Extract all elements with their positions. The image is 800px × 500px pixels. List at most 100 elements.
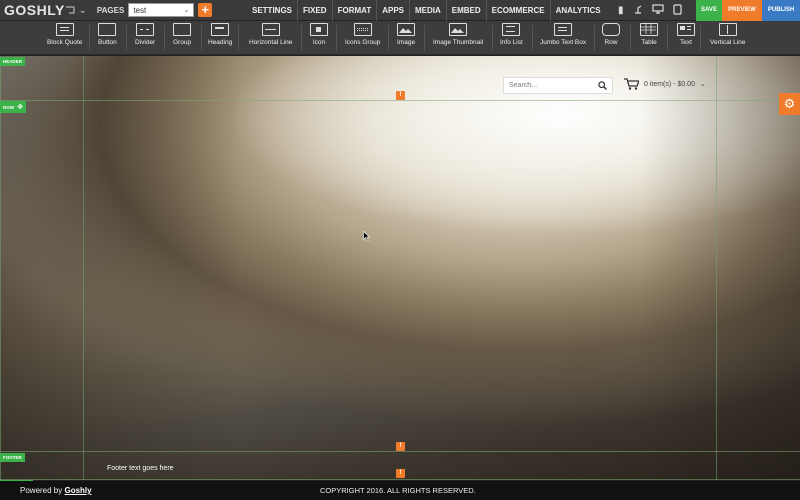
image-icon [397, 23, 416, 36]
widget-button[interactable]: Button [98, 23, 117, 46]
menu-media[interactable]: MEDIA [409, 0, 446, 21]
pages-label: PAGES [96, 5, 125, 15]
menu-format[interactable]: FORMAT [331, 0, 377, 21]
widget-divider-line [301, 25, 302, 51]
widget-group[interactable]: Group [173, 23, 191, 46]
widget-label: Vertical Line [710, 39, 746, 46]
row-tag[interactable]: ROW ✥ [0, 101, 27, 113]
widget-divider-line [630, 25, 631, 51]
row-icon [602, 23, 620, 36]
desk-lamp-icon[interactable] [633, 4, 643, 17]
tablet-icon[interactable] [672, 3, 682, 18]
publish-button[interactable]: PUBLISH [762, 0, 800, 21]
goshly-logo[interactable]: GOSHLY ⌄ [4, 2, 87, 18]
widget-table[interactable]: Table [640, 23, 658, 46]
horizontal-line-icon [261, 23, 280, 36]
widget-divider-line [388, 25, 389, 51]
divider-icon [136, 23, 155, 36]
heading-icon [211, 23, 230, 36]
settings-gear-button[interactable]: ⚙ [779, 93, 800, 115]
widget-jumbo-text-box[interactable]: Jumbo Text Box [540, 23, 586, 46]
chevron-down-icon: ⌄ [699, 81, 706, 88]
widget-vertical-line[interactable]: Vertical Line [710, 23, 745, 46]
vertical-line-icon [718, 23, 737, 36]
copyright-text: COPYRIGHT 2016. ALL RIGHTS RESERVED. [320, 486, 476, 495]
menu-settings[interactable]: SETTINGS [247, 0, 297, 21]
widget-label: Heading [208, 39, 233, 46]
search-icon[interactable] [598, 81, 607, 90]
cart-widget[interactable]: 0 item(s) - $0.00 ⌄ [624, 78, 706, 90]
resize-handle[interactable]: ! [396, 442, 405, 451]
footer-tag[interactable]: FOOTER [0, 453, 25, 462]
widget-toolbar: Block Quote Button Divider Group Heading… [0, 21, 800, 55]
menu-ecommerce[interactable]: ECOMMERCE [485, 0, 550, 21]
widget-icons-group[interactable]: Icons Group [345, 23, 380, 46]
widget-info-list[interactable]: Info List [500, 23, 523, 46]
widget-divider-line [201, 25, 202, 51]
widget-image-thumbnail[interactable]: Image Thumbnail [433, 23, 483, 46]
logo-mark-icon [65, 6, 75, 14]
powered-by-prefix: Powered by [20, 486, 63, 495]
icon-widget-icon [310, 23, 328, 36]
goshly-link[interactable]: Goshly [64, 486, 91, 495]
text-icon [677, 23, 695, 36]
widget-label: Info List [500, 39, 523, 46]
widget-heading[interactable]: Heading [208, 23, 232, 46]
widget-label: Button [98, 39, 117, 46]
page-canvas[interactable] [0, 56, 800, 480]
move-icon[interactable]: ✥ [17, 104, 23, 111]
columns-icon[interactable]: ▮ [618, 5, 624, 16]
chevron-down-icon: ⌄ [78, 4, 87, 15]
widget-divider-line [594, 25, 595, 51]
add-page-button[interactable]: + [198, 3, 213, 17]
widget-label: Text [680, 39, 692, 46]
resize-handle[interactable]: ! [396, 91, 405, 100]
widget-block-quote[interactable]: Block Quote [47, 23, 82, 46]
jumbo-text-box-icon [554, 23, 573, 36]
widget-label: Icon [312, 39, 326, 46]
guide-line [0, 56, 1, 480]
info-list-icon [502, 23, 521, 36]
page-select[interactable]: test ⌄ [128, 3, 195, 17]
widget-horizontal-line[interactable]: Horizontal Line [249, 23, 292, 46]
guide-line [0, 479, 800, 480]
widget-label: Block Quote [47, 39, 83, 46]
header-tag[interactable]: HEADER [0, 57, 26, 66]
menu-embed[interactable]: EMBED [445, 0, 486, 21]
widget-text[interactable]: Text [677, 23, 695, 46]
guide-line [0, 100, 800, 101]
menu-analytics[interactable]: ANALYTICS [549, 0, 606, 21]
widget-divider-line [89, 25, 90, 51]
menu-fixed[interactable]: FIXED [297, 0, 332, 21]
footer-text[interactable]: Footer text goes here [107, 465, 174, 472]
guide-line [716, 56, 717, 480]
guide-line [0, 451, 800, 452]
table-icon [640, 23, 658, 36]
search-input[interactable] [509, 82, 589, 89]
search-box [503, 77, 613, 94]
widget-divider[interactable]: Divider [135, 23, 155, 46]
widget-label: Image [397, 39, 416, 46]
shopping-cart-icon [624, 78, 639, 90]
group-icon [173, 23, 192, 36]
widget-row[interactable]: Row [602, 23, 620, 46]
widget-image[interactable]: Image [397, 23, 415, 46]
page-select-value: test [133, 5, 147, 15]
preview-button[interactable]: PREVIEW [722, 0, 762, 21]
widget-divider-line [336, 25, 337, 51]
widget-label: Row [604, 39, 618, 46]
cart-summary: 0 item(s) - $0.00 [644, 80, 695, 88]
resize-handle[interactable]: ! [396, 469, 405, 478]
widget-divider-line [164, 25, 165, 51]
desktop-icon[interactable] [651, 4, 664, 17]
widget-label: Divider [135, 39, 156, 46]
image-thumbnail-icon [449, 23, 468, 36]
menu-apps[interactable]: APPS [376, 0, 409, 21]
widget-divider-line [424, 25, 425, 51]
widget-icon[interactable]: Icon [310, 23, 328, 46]
save-button[interactable]: SAVE [696, 0, 722, 21]
logo-text: GOSHLY [4, 2, 65, 18]
widget-label: Table [641, 39, 657, 46]
row-tag-label: ROW [3, 105, 14, 110]
widget-divider-line [700, 25, 701, 51]
